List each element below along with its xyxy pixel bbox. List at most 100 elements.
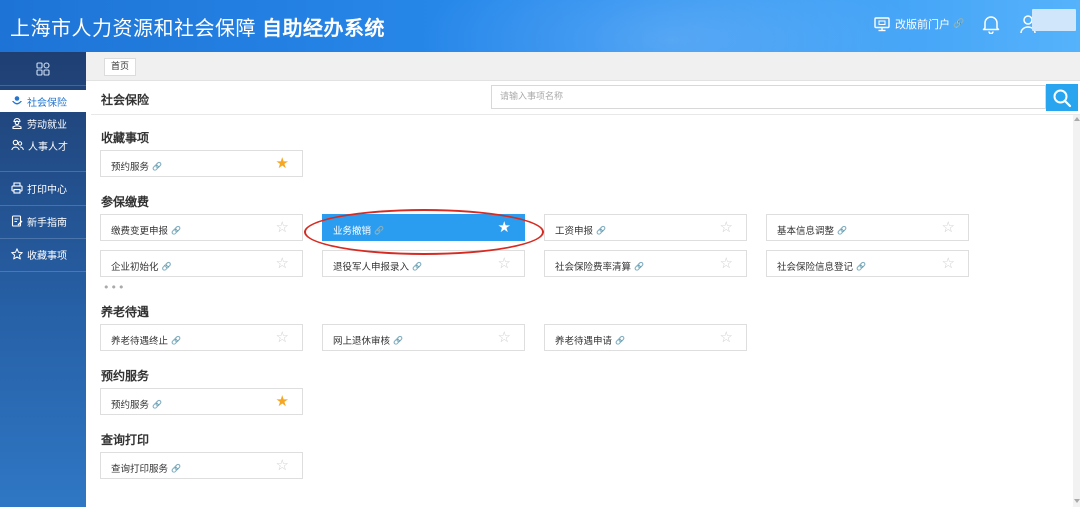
service-card-label-text: 缴费变更申报	[111, 226, 169, 237]
service-card-label: 预约服务 🔗	[111, 397, 162, 412]
link-icon: 🔗	[596, 225, 606, 235]
search-button[interactable]	[1046, 84, 1078, 111]
service-card-basic-info-adjust[interactable]: 基本信息调整 🔗 ☆	[766, 214, 969, 241]
service-card-label: 查询打印服务 🔗	[111, 461, 181, 476]
star-outline-icon[interactable]: ☆	[276, 256, 289, 271]
page-title: 社会保险	[101, 93, 150, 107]
service-card-label-text: 网上退休审核	[333, 336, 391, 347]
link-icon: 🔗	[412, 261, 422, 271]
old-portal-link[interactable]: 改版前门户 🔗	[874, 16, 964, 32]
grid-icon	[36, 61, 50, 76]
content-divider	[91, 114, 1080, 115]
link-icon: 🔗	[953, 19, 965, 29]
sidebar-divider	[0, 271, 86, 272]
monitor-icon	[874, 16, 890, 31]
service-card-label: 养老待遇终止 🔗	[111, 333, 181, 348]
star-outline-icon[interactable]: ☆	[720, 256, 733, 271]
service-card-wage-declaration[interactable]: 工资申报 🔗 ☆	[544, 214, 747, 241]
more-indicator[interactable]: •••	[103, 282, 125, 293]
service-card-label-text: 工资申报	[555, 226, 594, 237]
sidebar-menu-toggle[interactable]	[0, 52, 86, 86]
service-card-label-text: 预约服务	[111, 400, 150, 411]
service-card-business-revoke[interactable]: 业务撤销 🔗 ★	[322, 214, 525, 241]
link-icon: 🔗	[837, 225, 847, 235]
link-icon: 🔗	[152, 399, 162, 409]
service-card-label: 缴费变更申报 🔗	[111, 223, 181, 238]
service-card-rate-settlement[interactable]: 社会保险费率清算 🔗 ☆	[544, 250, 747, 277]
star-outline-icon[interactable]: ☆	[498, 256, 511, 271]
service-card-pension-application[interactable]: 养老待遇申请 🔗 ☆	[544, 324, 747, 351]
sidebar-item-print-center[interactable]: 打印中心	[0, 177, 86, 199]
sidebar-item-social-insurance[interactable]: 社会保险	[0, 90, 86, 112]
star-outline-icon[interactable]: ☆	[942, 256, 955, 271]
app-title-main: 上海市人力资源和社会保障	[10, 16, 256, 40]
service-card-appointment[interactable]: 预约服务 🔗 ★	[100, 150, 303, 177]
link-icon: 🔗	[171, 463, 181, 473]
star-outline-icon[interactable]: ☆	[276, 458, 289, 473]
link-icon: 🔗	[171, 225, 181, 235]
shield-person-icon	[12, 96, 22, 105]
favorite-star-icon[interactable]: ★	[276, 394, 289, 409]
service-card-label-text: 基本信息调整	[777, 226, 835, 237]
search-icon	[1053, 89, 1072, 107]
favorite-star-icon[interactable]: ★	[498, 220, 511, 235]
star-outline-icon[interactable]: ☆	[276, 330, 289, 345]
sidebar-item-label: 收藏事项	[27, 250, 67, 262]
link-icon: 🔗	[171, 335, 181, 345]
service-card-label-text: 查询打印服务	[111, 464, 169, 475]
sidebar-item-personnel-talent[interactable]: 人事人才	[0, 134, 86, 156]
search-input[interactable]	[491, 85, 1046, 109]
star-outline-icon[interactable]: ☆	[276, 220, 289, 235]
sidebar-item-labor-employment[interactable]: 劳动就业	[0, 112, 86, 134]
avatar[interactable]	[1032, 9, 1076, 31]
link-icon: 🔗	[856, 261, 866, 271]
section-title-insurance-payment: 参保缴费	[101, 195, 150, 209]
favorite-star-icon[interactable]: ★	[276, 156, 289, 171]
service-card-appointment[interactable]: 预约服务 🔗 ★	[100, 388, 303, 415]
service-card-label-text: 社会保险信息登记	[777, 262, 854, 273]
sidebar-item-label: 人事人才	[28, 141, 68, 153]
star-outline-icon[interactable]: ☆	[498, 330, 511, 345]
service-card-label: 社会保险信息登记 🔗	[777, 259, 866, 274]
breadcrumb-home-tab[interactable]: 首页	[104, 58, 137, 76]
section-title-query-print: 查询打印	[101, 433, 150, 447]
sidebar-item-label: 打印中心	[27, 184, 67, 196]
breadcrumb: 首页	[86, 52, 1080, 81]
link-icon: 🔗	[393, 335, 403, 345]
service-card-label-text: 预约服务	[111, 162, 150, 173]
sidebar-item-beginner-guide[interactable]: 新手指南	[0, 210, 86, 232]
service-card-veteran-entry[interactable]: 退役军人申报录入 🔗 ☆	[322, 250, 525, 277]
service-card-label-text: 业务撤销	[333, 226, 372, 237]
link-icon: 🔗	[615, 335, 625, 345]
star-outline-icon[interactable]: ☆	[720, 330, 733, 345]
link-icon: 🔗	[374, 225, 384, 235]
service-card-pension-termination[interactable]: 养老待遇终止 🔗 ☆	[100, 324, 303, 351]
service-card-payment-change[interactable]: 缴费变更申报 🔗 ☆	[100, 214, 303, 241]
scroll-up-arrow-icon[interactable]	[1074, 117, 1080, 121]
section-title-appointment: 预约服务	[101, 369, 150, 383]
service-card-info-registration[interactable]: 社会保险信息登记 🔗 ☆	[766, 250, 969, 277]
app-title: 上海市人力资源和社会保障 自助经办系统	[10, 12, 385, 41]
sidebar-item-label: 社会保险	[27, 97, 67, 109]
section-title-pension: 养老待遇	[101, 305, 150, 319]
guide-icon	[11, 215, 23, 227]
service-card-label: 预约服务 🔗	[111, 159, 162, 174]
service-card-label: 社会保险费率清算 🔗	[555, 259, 644, 274]
service-card-enterprise-init[interactable]: 企业初始化 🔗 ☆	[100, 250, 303, 277]
link-icon: 🔗	[634, 261, 644, 271]
service-card-query-print[interactable]: 查询打印服务 🔗 ☆	[100, 452, 303, 479]
link-icon: 🔗	[152, 161, 162, 171]
vertical-scrollbar[interactable]	[1073, 115, 1080, 507]
service-card-label-text: 养老待遇申请	[555, 336, 613, 347]
service-card-label: 业务撤销 🔗	[333, 223, 384, 238]
service-card-label: 养老待遇申请 🔗	[555, 333, 625, 348]
service-card-label-text: 社会保险费率清算	[555, 262, 632, 273]
bell-icon[interactable]	[982, 14, 1000, 34]
sidebar-item-favorites[interactable]: 收藏事项	[0, 243, 86, 265]
old-portal-label: 改版前门户	[895, 18, 950, 31]
service-card-retirement-review[interactable]: 网上退休审核 🔗 ☆	[322, 324, 525, 351]
star-outline-icon[interactable]: ☆	[720, 220, 733, 235]
star-outline-icon[interactable]: ☆	[942, 220, 955, 235]
scroll-down-arrow-icon[interactable]	[1074, 499, 1080, 503]
printer-icon	[11, 182, 23, 194]
